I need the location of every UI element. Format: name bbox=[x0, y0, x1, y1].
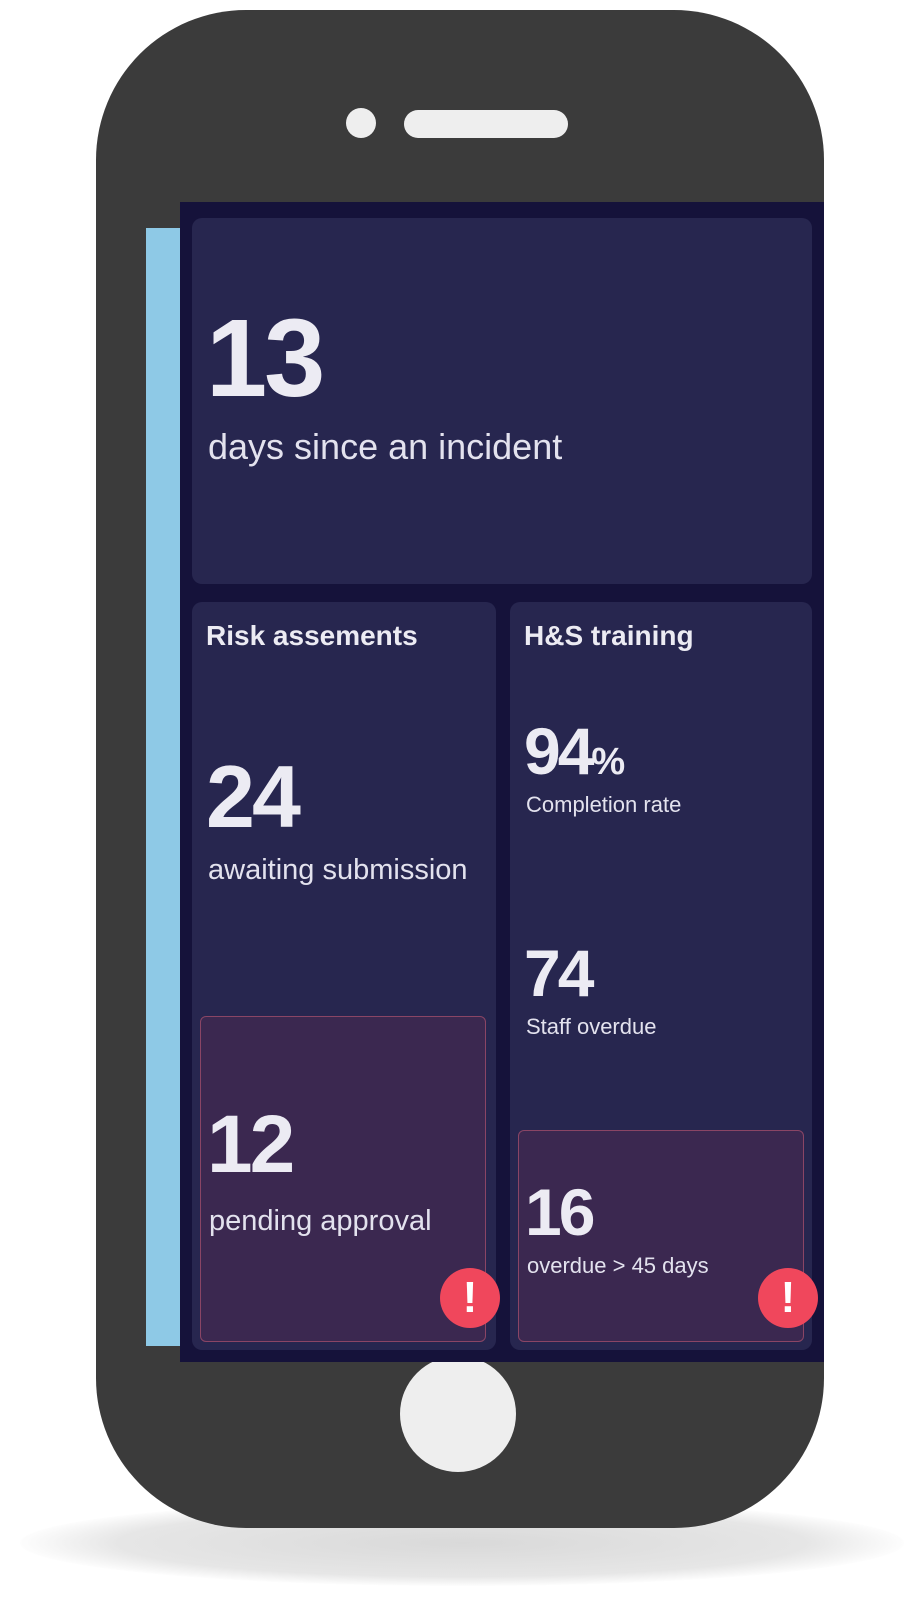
risk-assessments-title: Risk assements bbox=[206, 620, 418, 651]
home-button[interactable] bbox=[400, 1356, 516, 1472]
completion-rate-figure: 94% bbox=[524, 716, 625, 786]
exclamation-icon[interactable]: ! bbox=[440, 1268, 500, 1328]
awaiting-submission-label: awaiting submission bbox=[208, 854, 468, 886]
days-since-incident-label: days since an incident bbox=[208, 426, 563, 467]
staff-overdue-label: Staff overdue bbox=[526, 1014, 657, 1039]
staff-overdue-value: 74 bbox=[524, 936, 594, 1010]
incident-card[interactable]: 13 days since an incident bbox=[192, 218, 812, 584]
pending-approval-value: 12 bbox=[207, 1099, 295, 1190]
awaiting-submission-value: 24 bbox=[206, 747, 301, 846]
hs-training-card[interactable]: H&S training 94% Completion rate 74 Staf… bbox=[510, 602, 818, 1350]
days-since-incident-value: 13 bbox=[206, 297, 325, 420]
front-camera bbox=[346, 108, 376, 138]
earpiece-speaker bbox=[404, 110, 568, 138]
exclamation-icon[interactable]: ! bbox=[758, 1268, 818, 1328]
overdue-45-days-label: overdue > 45 days bbox=[527, 1253, 709, 1278]
completion-rate-unit: % bbox=[591, 741, 626, 783]
completion-rate-label: Completion rate bbox=[526, 792, 682, 817]
hs-training-title: H&S training bbox=[524, 620, 694, 651]
screen-edge bbox=[146, 228, 180, 1346]
completion-rate-value: 94 bbox=[524, 714, 594, 788]
risk-assessments-card[interactable]: Risk assements 24 awaiting submission 12… bbox=[192, 602, 500, 1350]
pending-approval-label: pending approval bbox=[209, 1205, 432, 1237]
overdue-45-days-value: 16 bbox=[525, 1175, 595, 1249]
dashboard-screen: 13 days since an incident Risk assements… bbox=[180, 202, 824, 1362]
